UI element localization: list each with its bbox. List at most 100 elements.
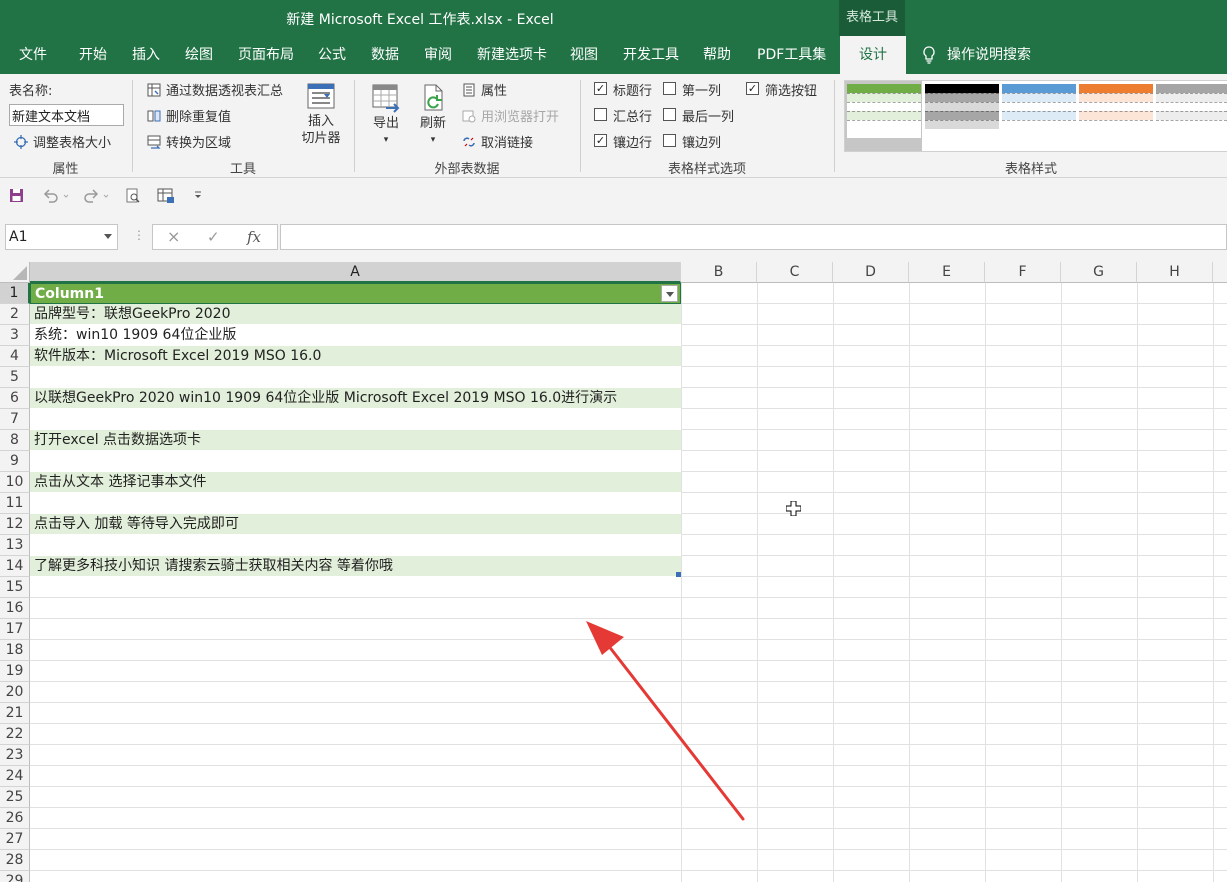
select-all-corner[interactable] <box>0 262 30 283</box>
table-properties-button[interactable]: 属性 <box>462 80 507 99</box>
banded-rows-checkbox[interactable]: ✓ <box>594 134 607 147</box>
insert-function-button[interactable]: fx <box>247 228 261 246</box>
row-header[interactable]: 4 <box>0 346 30 367</box>
tab-formulas[interactable]: 公式 <box>318 36 346 74</box>
row-header[interactable]: 3 <box>0 325 30 346</box>
row-header[interactable]: 21 <box>0 703 30 724</box>
convert-to-range-button[interactable]: 转换为区域 <box>147 132 231 151</box>
table-name-input[interactable] <box>9 104 124 126</box>
cancel-entry-button[interactable]: × <box>167 227 180 246</box>
column-header-d[interactable]: D <box>833 262 909 283</box>
table-cell[interactable]: 以联想GeekPro 2020 win10 1909 64位企业版 Micros… <box>30 388 681 409</box>
row-header[interactable]: 18 <box>0 640 30 661</box>
table-cell[interactable] <box>30 367 681 388</box>
row-header[interactable]: 9 <box>0 451 30 472</box>
summarize-pivot-button[interactable]: 通过数据透视表汇总 <box>147 80 283 99</box>
open-in-browser-button[interactable]: 用浏览器打开 <box>462 106 559 125</box>
row-header[interactable]: 8 <box>0 430 30 451</box>
export-button[interactable]: 导出 ▾ <box>368 82 404 148</box>
row-header[interactable]: 12 <box>0 514 30 535</box>
save-icon[interactable] <box>9 188 24 203</box>
row-header[interactable]: 23 <box>0 745 30 766</box>
header-row-checkbox[interactable]: ✓ <box>594 82 607 95</box>
name-box-dropdown-icon[interactable] <box>104 234 112 240</box>
formula-input[interactable] <box>280 224 1227 250</box>
column-header-f[interactable]: F <box>985 262 1061 283</box>
insert-slicer-button[interactable]: 插入 切片器 <box>300 82 342 147</box>
tab-design[interactable]: 设计 <box>840 36 906 74</box>
tab-draw[interactable]: 绘图 <box>185 36 213 74</box>
tab-home[interactable]: 开始 <box>79 36 107 74</box>
tab-new-tab[interactable]: 新建选项卡 <box>477 36 547 74</box>
filter-dropdown-button[interactable] <box>661 285 678 302</box>
table-cell[interactable]: 点击从文本 选择记事本文件 <box>30 472 681 493</box>
tab-file[interactable]: 文件 <box>19 36 47 74</box>
cell-a1-table-header[interactable]: Column1 <box>30 283 681 304</box>
resize-table-button[interactable]: 调整表格大小 <box>14 132 111 151</box>
table-cell[interactable] <box>30 409 681 430</box>
total-row-checkbox[interactable] <box>594 108 607 121</box>
column-header-g[interactable]: G <box>1061 262 1137 283</box>
table-cell[interactable]: 品牌型号：联想GeekPro 2020 <box>30 304 681 325</box>
table-cell[interactable] <box>30 493 681 514</box>
row-header[interactable]: 29 <box>0 871 30 882</box>
column-header-a[interactable]: A <box>30 262 681 283</box>
row-header[interactable]: 5 <box>0 367 30 388</box>
row-header[interactable]: 27 <box>0 829 30 850</box>
row-header[interactable]: 16 <box>0 598 30 619</box>
row-header[interactable]: 25 <box>0 787 30 808</box>
row-header[interactable]: 2 <box>0 304 30 325</box>
tab-data[interactable]: 数据 <box>371 36 399 74</box>
first-column-checkbox[interactable] <box>663 82 676 95</box>
table-cell[interactable]: 系统：win10 1909 64位企业版 <box>30 325 681 346</box>
tell-me-search[interactable]: 操作说明搜索 <box>921 36 1031 74</box>
tab-pdf-tools[interactable]: PDF工具集 <box>757 36 826 74</box>
row-header[interactable]: 13 <box>0 535 30 556</box>
table-cell[interactable]: 软件版本：Microsoft Excel 2019 MSO 16.0 <box>30 346 681 367</box>
table-style-green[interactable] <box>847 84 921 138</box>
row-header[interactable]: 20 <box>0 682 30 703</box>
table-style-blue[interactable] <box>1002 84 1076 138</box>
row-header[interactable]: 26 <box>0 808 30 829</box>
column-header-h[interactable]: H <box>1137 262 1213 283</box>
tab-help[interactable]: 帮助 <box>703 36 731 74</box>
table-style-orange[interactable] <box>1079 84 1153 138</box>
last-column-checkbox[interactable] <box>663 108 676 121</box>
row-header[interactable]: 14 <box>0 556 30 577</box>
tab-developer[interactable]: 开发工具 <box>623 36 679 74</box>
column-header-b[interactable]: B <box>681 262 757 283</box>
row-header[interactable]: 15 <box>0 577 30 598</box>
customize-qat-icon[interactable] <box>193 191 203 201</box>
row-header[interactable]: 10 <box>0 472 30 493</box>
table-cell[interactable] <box>30 451 681 472</box>
column-header-i[interactable] <box>1213 262 1227 283</box>
tab-insert[interactable]: 插入 <box>132 36 160 74</box>
name-box[interactable]: A1 <box>5 224 118 250</box>
tab-page-layout[interactable]: 页面布局 <box>238 36 294 74</box>
row-header[interactable]: 1 <box>0 283 30 304</box>
table-view-icon[interactable] <box>157 188 175 204</box>
row-header[interactable]: 17 <box>0 619 30 640</box>
table-style-black[interactable] <box>925 84 999 138</box>
tab-view[interactable]: 视图 <box>570 36 598 74</box>
worksheet-grid[interactable]: A B C D E F G H 1 Column1 2 品牌型号：联想GeekP… <box>0 262 1227 882</box>
filter-button-checkbox[interactable]: ✓ <box>746 82 759 95</box>
row-header[interactable]: 6 <box>0 388 30 409</box>
row-header[interactable]: 28 <box>0 850 30 871</box>
row-header[interactable]: 19 <box>0 661 30 682</box>
table-style-gray[interactable] <box>1156 84 1227 138</box>
banded-columns-checkbox[interactable] <box>663 134 676 147</box>
enter-button[interactable]: ✓ <box>207 228 220 246</box>
formula-bar-grip-icon[interactable]: ⋮ <box>133 228 145 242</box>
row-header[interactable]: 7 <box>0 409 30 430</box>
tab-review[interactable]: 审阅 <box>424 36 452 74</box>
refresh-button[interactable]: 刷新 ▾ <box>415 82 451 148</box>
print-preview-icon[interactable] <box>125 188 141 204</box>
column-header-c[interactable]: C <box>757 262 833 283</box>
remove-duplicates-button[interactable]: 删除重复值 <box>147 106 231 125</box>
column-header-e[interactable]: E <box>909 262 985 283</box>
table-cell[interactable]: 了解更多科技小知识 请搜索云骑士获取相关内容 等着你哦 <box>30 556 681 577</box>
undo-icon[interactable] <box>42 188 70 203</box>
table-cell[interactable] <box>30 535 681 556</box>
unlink-button[interactable]: 取消链接 <box>462 132 533 151</box>
